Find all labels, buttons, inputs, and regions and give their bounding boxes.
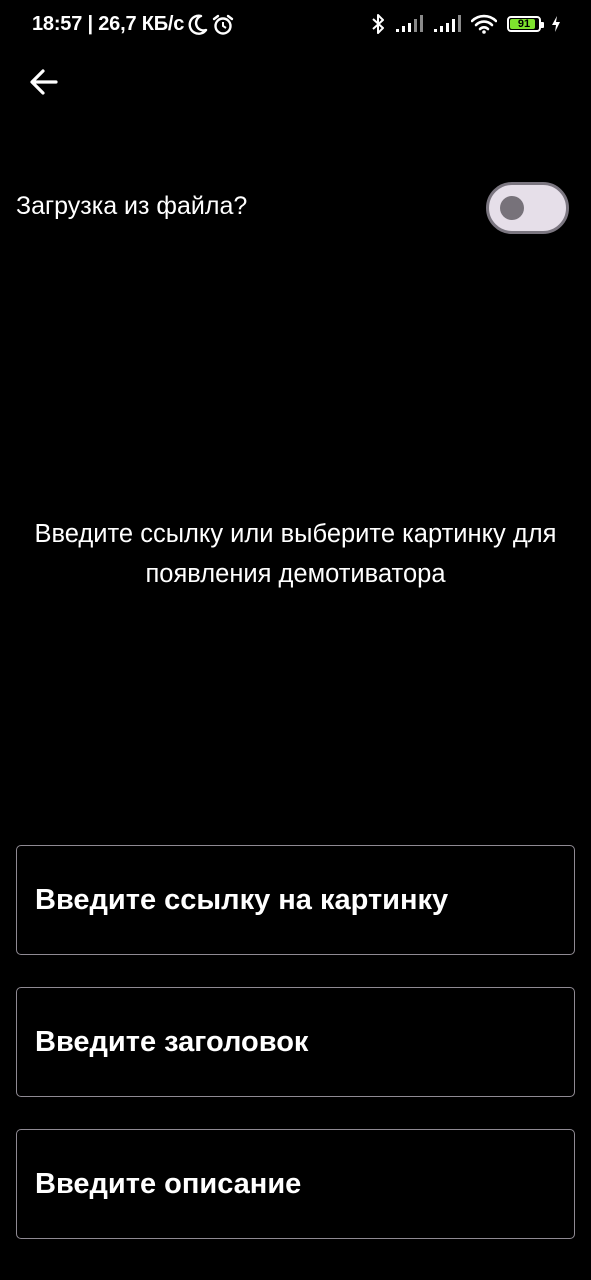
alarm-icon [212,14,234,36]
title-input[interactable] [17,988,574,1096]
moon-icon [188,14,208,36]
hint-text: Введите ссылку или выберите картинку для… [34,520,557,588]
file-upload-toggle[interactable] [486,182,569,234]
description-field-container [16,1129,575,1239]
file-upload-toggle-row: Загрузка из файла? [16,182,569,234]
signal-icon [433,15,461,33]
image-url-input[interactable] [17,846,574,954]
status-bar: 18:57 | 26,7 КБ/с 91 [0,0,591,52]
battery-icon: 91 [507,16,544,32]
toggle-knob [500,196,524,220]
status-left: 18:57 | 26,7 КБ/с [32,13,234,36]
wifi-icon [471,14,497,34]
image-url-field-container [16,845,575,955]
status-right: 91 [371,13,561,35]
arrow-left-icon [29,68,59,101]
description-input[interactable] [17,1130,574,1238]
charging-icon [551,15,561,33]
bluetooth-icon [371,13,385,35]
title-field-container [16,987,575,1097]
back-button[interactable] [22,62,66,106]
file-upload-toggle-label: Загрузка из файла? [16,192,248,220]
signal-icon [395,15,423,33]
battery-level: 91 [517,18,531,30]
status-time-speed: 18:57 | 26,7 КБ/с [32,13,185,35]
